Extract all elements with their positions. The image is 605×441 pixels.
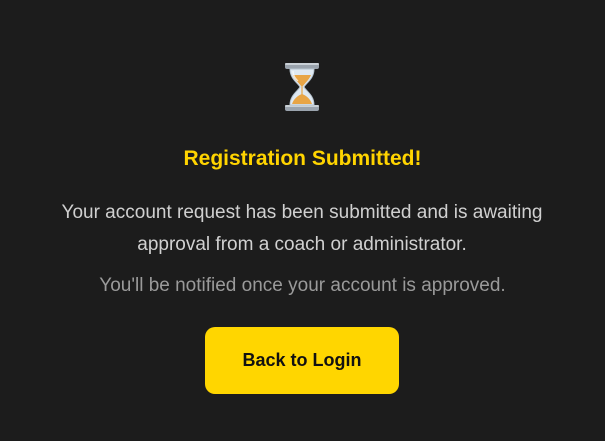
approval-notice: You'll be notified once your account is … — [99, 275, 506, 296]
registration-submitted-panel: Registration Submitted! Your account req… — [0, 0, 605, 441]
hourglass-icon — [283, 62, 321, 112]
back-to-login-button[interactable]: Back to Login — [205, 327, 399, 394]
status-title: Registration Submitted! — [183, 147, 422, 170]
status-message: Your account request has been submitted … — [61, 202, 543, 255]
